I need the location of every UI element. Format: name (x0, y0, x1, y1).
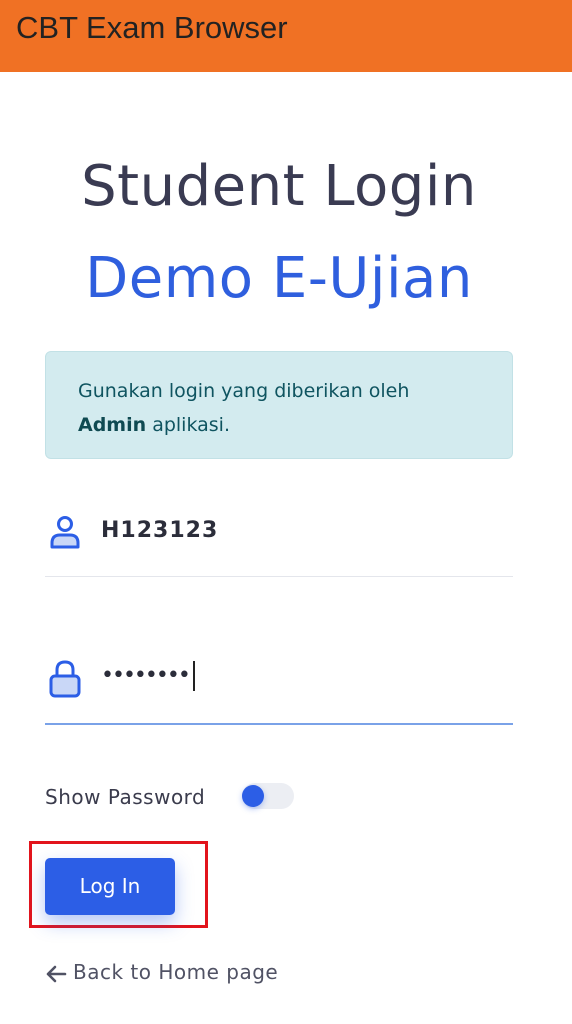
arrow-left-icon (45, 962, 67, 982)
password-field[interactable]: •••••••• (45, 650, 513, 725)
info-notice: Gunakan login yang diberikan oleh Admin … (45, 351, 513, 459)
app-title: CBT Exam Browser (16, 10, 288, 45)
app-bar: CBT Exam Browser (0, 0, 572, 72)
password-value: •••••••• (101, 659, 195, 693)
notice-text: Gunakan login yang diberikan oleh (78, 380, 410, 402)
page-subtitle: Demo E-Ujian (85, 246, 473, 311)
text-caret (192, 661, 195, 691)
login-button[interactable]: Log In (45, 858, 175, 915)
password-masked: •••••••• (101, 663, 191, 688)
notice-admin: Admin (78, 414, 147, 436)
lock-icon (45, 656, 85, 698)
show-password-label: Show Password (45, 785, 206, 809)
username-value: H123123 (101, 518, 219, 543)
user-icon (45, 511, 85, 551)
show-password-toggle[interactable] (242, 783, 294, 809)
back-home-label: Back to Home page (73, 960, 279, 984)
notice-text-end: aplikasi. (146, 414, 230, 436)
toggle-knob (242, 785, 264, 807)
back-home-link[interactable]: Back to Home page (45, 957, 278, 987)
username-field[interactable]: H123123 (45, 505, 513, 577)
page-title: Student Login (81, 154, 477, 219)
